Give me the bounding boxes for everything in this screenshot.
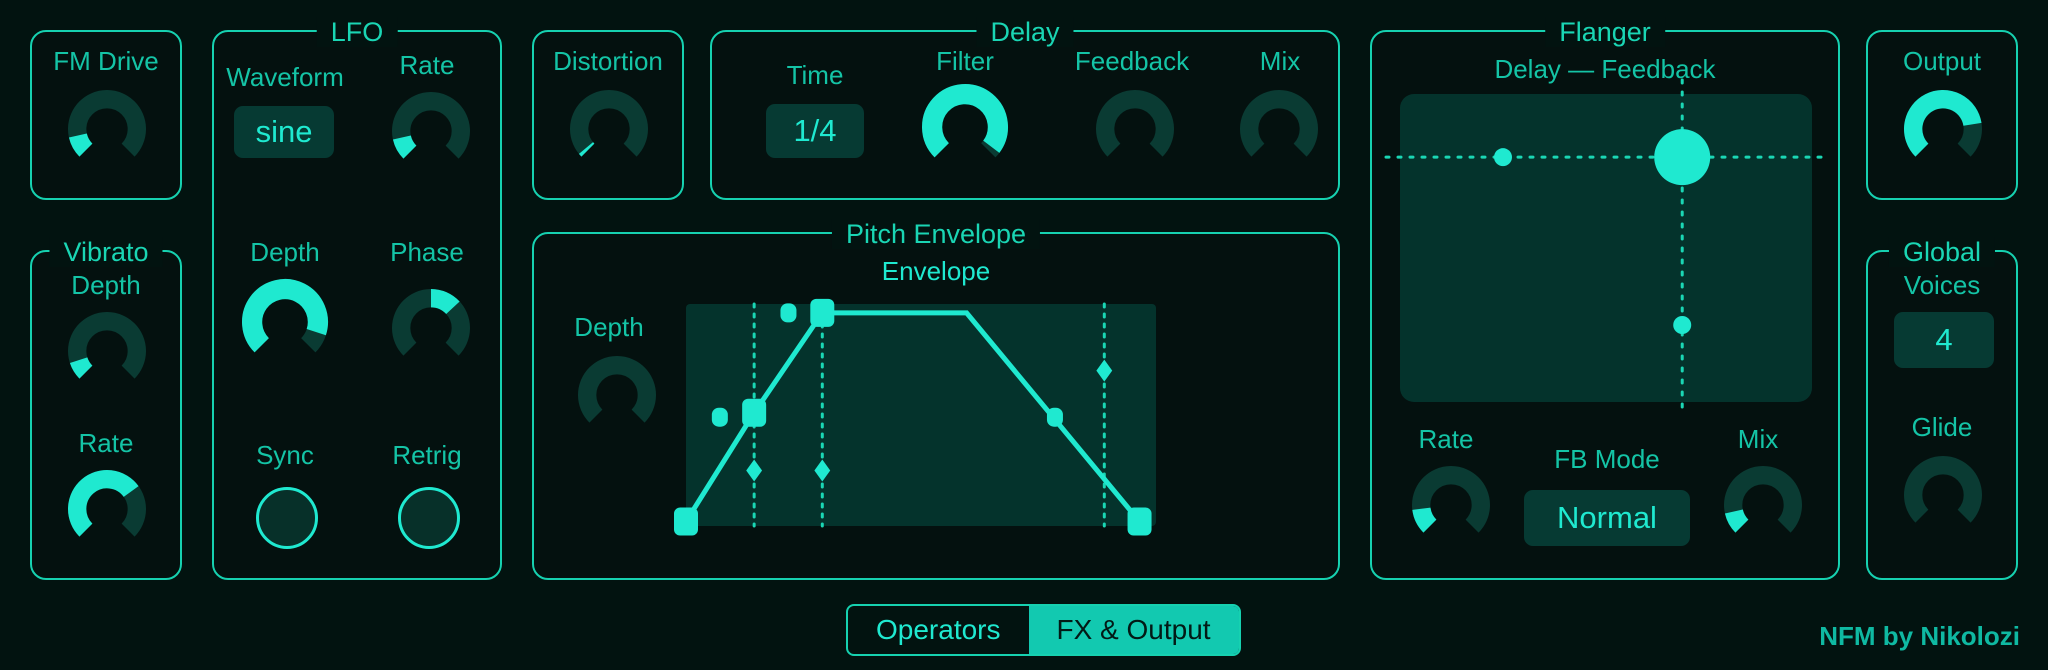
lfo-depth-label: Depth: [250, 237, 320, 267]
global-glide-label: Glide: [1911, 412, 1973, 442]
vibrato-depth-label: Depth: [71, 270, 141, 300]
lfo-panel-title: LFO: [316, 17, 398, 47]
brand-label: NFM by Nikolozi: [1819, 621, 2020, 651]
vibrato-rate-knob[interactable]: [68, 470, 146, 548]
pitch-envelope-depth-label: Depth: [574, 312, 644, 342]
fm-drive-knob[interactable]: [68, 90, 146, 168]
lfo-sync-label: Sync: [256, 440, 314, 470]
distortion-knob[interactable]: [570, 90, 648, 168]
flanger-mix-label: Mix: [1737, 424, 1779, 454]
lfo-waveform-label: Waveform: [226, 62, 344, 92]
panel-flanger: Flanger Delay — Feedback Rate FB Mode No…: [1370, 17, 1840, 580]
delay-time-select[interactable]: 1/4: [766, 104, 864, 158]
delay-feedback-knob[interactable]: [1096, 90, 1174, 168]
delay-filter-knob[interactable]: [922, 84, 1008, 170]
lfo-sync-toggle[interactable]: [256, 487, 318, 549]
tab-operators[interactable]: Operators: [848, 606, 1029, 654]
flanger-pad-label: Delay — Feedback: [1494, 54, 1716, 84]
flanger-rate-knob[interactable]: [1412, 466, 1490, 544]
lfo-depth-knob[interactable]: [242, 279, 328, 365]
lfo-retrig-toggle[interactable]: [398, 487, 460, 549]
vibrato-panel-title: Vibrato: [49, 237, 163, 267]
lfo-retrig-label: Retrig: [392, 440, 462, 470]
lfo-phase-label: Phase: [390, 237, 464, 267]
panel-fm-drive: FM Drive: [30, 30, 182, 200]
view-tabs: Operators FX & Output: [846, 604, 1241, 656]
fm-drive-label: FM Drive: [53, 46, 159, 76]
delay-mix-label: Mix: [1259, 46, 1301, 76]
flanger-panel-title: Flanger: [1545, 17, 1665, 47]
lfo-waveform-select[interactable]: sine: [234, 106, 334, 158]
delay-filter-label: Filter: [936, 46, 994, 76]
lfo-rate-knob[interactable]: [392, 92, 470, 170]
panel-global: Global Voices 4 Glide: [1866, 237, 2018, 580]
output-label: Output: [1902, 46, 1982, 76]
global-panel-title: Global: [1888, 237, 1996, 267]
plugin-window: FM Drive Vibrato Depth Rate LFO Waveform…: [0, 0, 2048, 670]
delay-mix-knob[interactable]: [1240, 90, 1318, 168]
delay-feedback-label: Feedback: [1074, 46, 1190, 76]
envelope-graph-label: Envelope: [881, 256, 991, 286]
global-voices-select[interactable]: 4: [1894, 312, 1994, 368]
vibrato-depth-knob[interactable]: [68, 312, 146, 390]
distortion-label: Distortion: [553, 46, 663, 76]
delay-time-label: Time: [786, 60, 844, 90]
global-voices-label: Voices: [1903, 270, 1981, 300]
panel-delay: Delay Time 1/4 Filter Feedback Mix: [710, 17, 1340, 200]
lfo-rate-label: Rate: [399, 50, 455, 80]
panel-lfo: LFO Waveform sine Rate Depth Phase Sync …: [212, 17, 502, 580]
flanger-mix-knob[interactable]: [1724, 466, 1802, 544]
output-knob[interactable]: [1904, 90, 1982, 168]
flanger-fb-mode-select[interactable]: Normal: [1524, 490, 1690, 546]
panel-output: Output: [1866, 30, 2018, 200]
flanger-rate-label: Rate: [1418, 424, 1474, 454]
tab-fx-and-output[interactable]: FX & Output: [1028, 606, 1239, 654]
pitch-envelope-depth-knob[interactable]: [578, 356, 656, 434]
delay-panel-title: Delay: [976, 17, 1074, 47]
panel-vibrato: Vibrato Depth Rate: [30, 237, 182, 580]
panel-distortion: Distortion: [532, 30, 684, 200]
flanger-fb-mode-label: FB Mode: [1554, 444, 1660, 474]
pitch-envelope-panel-title: Pitch Envelope: [831, 219, 1041, 249]
global-glide-knob[interactable]: [1904, 456, 1982, 534]
lfo-phase-knob[interactable]: [392, 289, 470, 367]
panel-pitch-envelope: Pitch Envelope Envelope Depth: [532, 219, 1340, 580]
vibrato-rate-label: Rate: [78, 428, 134, 458]
flanger-xy-pad[interactable]: [1384, 78, 1828, 418]
pitch-envelope-graph[interactable]: [674, 298, 1156, 536]
